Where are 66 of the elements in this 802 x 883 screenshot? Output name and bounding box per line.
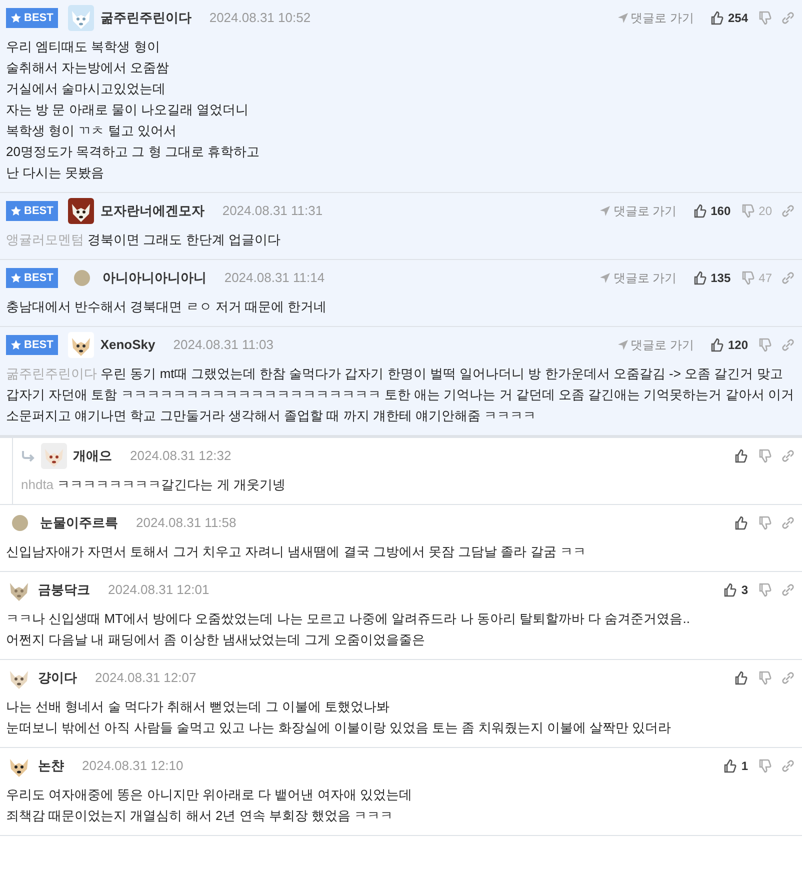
arrow-icon	[600, 206, 610, 216]
star-icon	[11, 206, 21, 216]
comment-date: 2024.08.31 11:31	[222, 202, 323, 220]
author-name[interactable]: 모자란너에겐모자	[100, 201, 204, 221]
comment-date: 2024.08.31 11:14	[224, 269, 325, 288]
comment-date: 2024.08.31 11:58	[136, 514, 236, 532]
comment-text: 거실에서 술마시고있었는데	[6, 80, 167, 98]
best-badge: BEST	[6, 8, 58, 28]
comment-text: 눈떠보니 밖에선 아직 사람들 술먹고 있고 나는 화장실에 이불이랑 있었음 토는 좀 치워줬는지 이불에 살짝만 있더라	[6, 719, 672, 737]
best-badge: BEST	[6, 335, 58, 355]
best-badge: BEST	[6, 268, 58, 288]
like-button[interactable]: 120	[708, 336, 748, 354]
comment-text: 난 다시는 못봤음	[6, 164, 106, 182]
like-button[interactable]: 3	[721, 581, 748, 599]
link-icon[interactable]	[780, 582, 796, 598]
link-icon[interactable]	[780, 758, 796, 774]
link-icon[interactable]	[780, 515, 796, 531]
link-icon[interactable]	[780, 670, 796, 686]
comment-text: ㅋㅋ나 신입생때 MT에서 방에다 오줌쌌었는데 나는 모르고 나중에 알려쥬드라 나 동아리 탈퇴할까바 다 숨겨준거였음..	[6, 610, 691, 628]
comment-text: 앵귤러모멘텀 경북이면 그래도 한단계 업글이다	[6, 231, 282, 249]
best-badge: BEST	[6, 201, 58, 221]
comment-text: 복학생 형이 ㄲㅊ 털고 있어서	[6, 122, 178, 140]
comment-date: 2024.08.31 11:03	[173, 336, 274, 354]
comment-text: 우리도 여자애중에 똥은 아니지만 위아래로 다 뱉어낸 여자애 있었는데	[6, 786, 413, 804]
comment-text: 우리 엠티때도 복학생 형이	[6, 38, 161, 56]
like-button[interactable]: 160	[690, 202, 731, 220]
reply-arrow-icon	[21, 450, 35, 462]
arrow-icon	[600, 273, 610, 283]
author-name[interactable]: 아니아니아니아니	[102, 268, 206, 288]
author-name[interactable]: XenoSky	[100, 335, 156, 355]
avatar-icon	[74, 270, 90, 286]
comment-text: 죄책감 때문이었는지 개열심히 해서 2년 연속 부회장 했었음 ㅋㅋㅋ	[6, 807, 394, 825]
arrow-icon	[618, 13, 628, 23]
star-icon	[11, 273, 21, 283]
comment-text: 충남대에서 반수해서 경북대면 ㄹㅇ 저거 때문에 한거네	[6, 298, 328, 316]
like-button[interactable]: 254	[708, 9, 748, 27]
like-button[interactable]: 135	[690, 269, 731, 287]
author-name[interactable]: 걍이다	[38, 668, 77, 688]
comment-text: 술취해서 자는방에서 오줌쌈	[6, 59, 170, 77]
author-name[interactable]: 눈물이주르륵	[40, 513, 118, 533]
comment-text: nhdta ㅋㅋㅋㅋㅋㅋㅋㅋ갈긴다는 게 개웃기넹	[21, 476, 286, 494]
comment-text: 나는 선배 형네서 술 먹다가 취해서 뻗었는데 그 이불에 토했었나봐	[6, 698, 391, 716]
comment-text: 신입남자애가 자면서 토해서 그거 치우고 자려니 냄새땜에 결국 그방에서 못잠 그담날 졸라 갈굼 ㅋㅋ	[6, 543, 587, 561]
comment-text: 어쩐지 다음날 내 패딩에서 좀 이상한 냄새났었는데 그게 오줌이었을줄은	[6, 631, 426, 649]
star-icon	[11, 13, 21, 23]
comment-date: 2024.08.31 12:10	[82, 757, 184, 776]
arrow-icon	[618, 340, 628, 350]
comment-text: 굶주린주린이다 우린 동기 mt때 그랬었는데 한참 술먹다가 갑자기 한명이 벌떡 일어나더니 방 한가운데서 오줌갈김 -> 오좀 갈긴거 맞고 갑자기 자던애 토함 ㅋㅋㅋㅋㅋㅋㅋㅋㅋㅋㅋㅋㅋㅋㅋㅋㅋㅋㅋㅋ 토한 애는 기억나는 거 같던데 오좀 갈긴애는 기억못하는거 같아서 이거 소문퍼지고 얘기나면 학교 그만둘거라 생각해서 졸업할 때 까지 걔한테 얘기안해줌 ㅋㅋㅋㅋ	[6, 365, 795, 425]
author-name[interactable]: 개애으	[73, 446, 112, 466]
like-button[interactable]: 1	[721, 757, 748, 775]
comment-text: 20명정도가 목격하고 그 형 그대로 휴학하고	[6, 143, 261, 161]
comment-date: 2024.08.31 10:52	[209, 9, 311, 28]
link-icon[interactable]	[780, 337, 796, 353]
comment-date: 2024.08.31 12:32	[130, 447, 232, 466]
link-icon[interactable]	[780, 448, 796, 464]
link-icon[interactable]	[780, 203, 796, 219]
comment-date: 2024.08.31 12:01	[108, 581, 210, 600]
star-icon	[11, 340, 21, 350]
author-name[interactable]: 금붕닥크	[38, 580, 90, 600]
comment-date: 2024.08.31 12:07	[95, 669, 196, 688]
link-icon[interactable]	[780, 270, 796, 286]
avatar-icon	[12, 515, 28, 531]
author-name[interactable]: 굶주린주린이다	[100, 8, 192, 28]
link-icon[interactable]	[780, 10, 796, 26]
comment-text: 자는 방 문 아래로 물이 나오길래 열었더니	[6, 101, 250, 119]
author-name[interactable]: 논챤	[38, 756, 64, 776]
